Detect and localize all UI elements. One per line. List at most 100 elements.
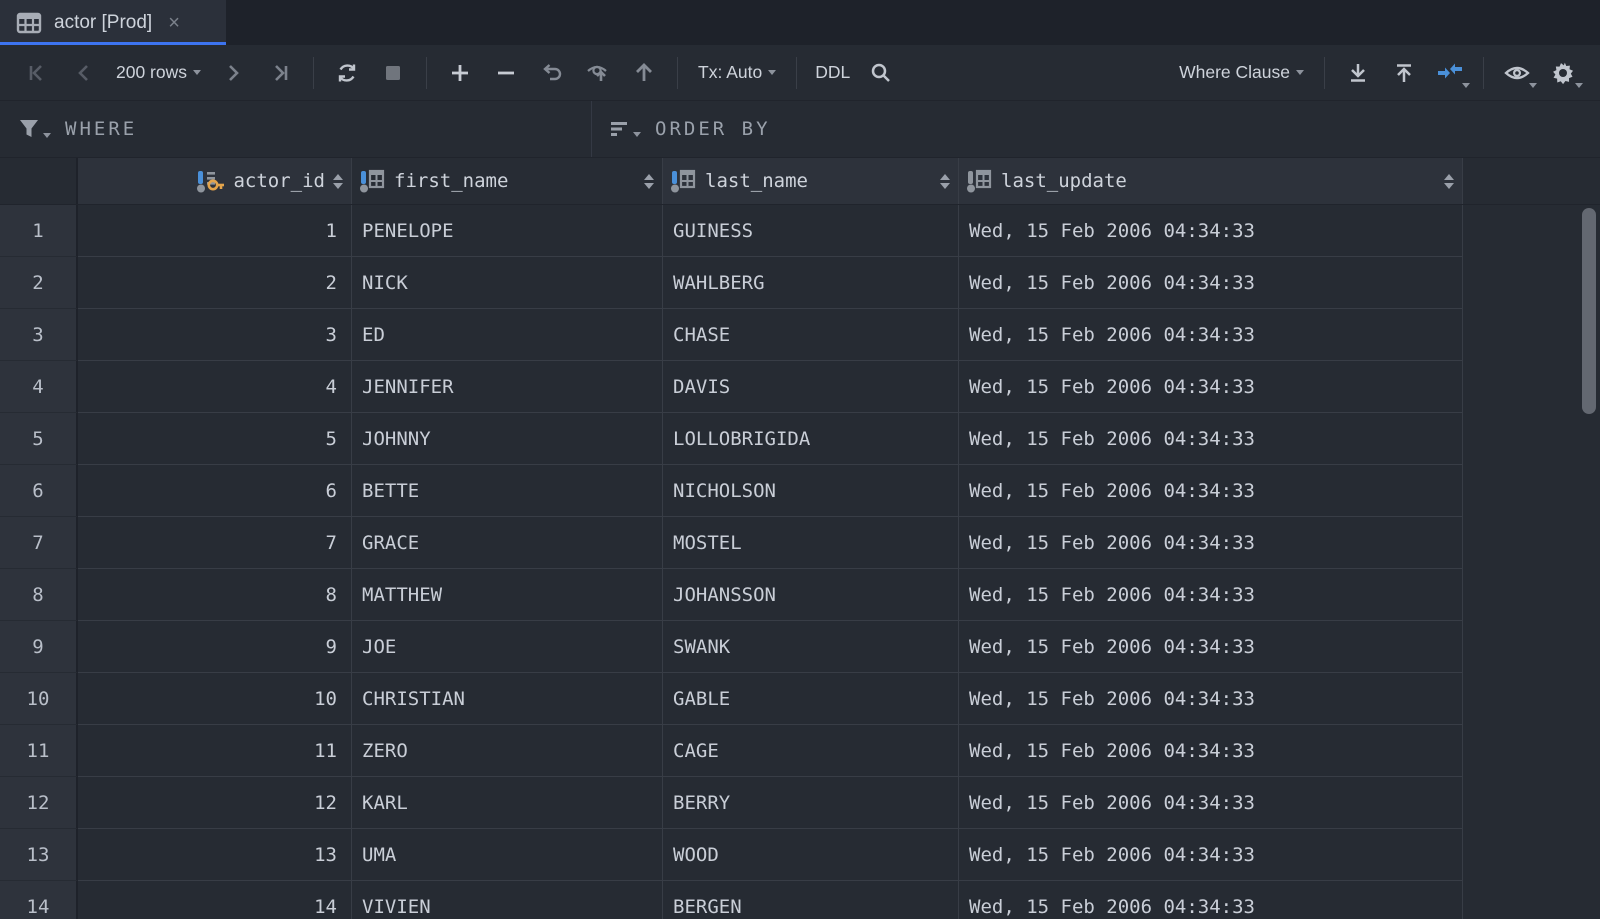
row-number[interactable]: 12 [0,777,78,829]
cell-last_update[interactable]: Wed, 15 Feb 2006 04:34:33 [959,413,1463,465]
cell-actor_id[interactable]: 12 [78,777,352,829]
previous-page-button[interactable] [60,53,106,93]
table-row[interactable]: 1212KARLBERRYWed, 15 Feb 2006 04:34:33 [0,777,1600,829]
row-number[interactable]: 8 [0,569,78,621]
table-row[interactable]: 66BETTENICHOLSONWed, 15 Feb 2006 04:34:3… [0,465,1600,517]
cell-first_name[interactable]: BETTE [352,465,663,517]
page-size-selector[interactable]: 200 rows [106,53,211,93]
cell-last_update[interactable]: Wed, 15 Feb 2006 04:34:33 [959,361,1463,413]
cell-last_update[interactable]: Wed, 15 Feb 2006 04:34:33 [959,465,1463,517]
table-row[interactable]: 99JOESWANKWed, 15 Feb 2006 04:34:33 [0,621,1600,673]
first-page-button[interactable] [14,53,60,93]
cell-last_name[interactable]: WAHLBERG [663,257,959,309]
tab-actor-prod[interactable]: actor [Prod] × [0,0,226,45]
table-row[interactable]: 1111ZEROCAGEWed, 15 Feb 2006 04:34:33 [0,725,1600,777]
where-filter-field[interactable]: WHERE [0,101,592,157]
cell-first_name[interactable]: JENNIFER [352,361,663,413]
row-number[interactable]: 6 [0,465,78,517]
preview-changes-icon[interactable] [575,53,621,93]
cell-last_name[interactable]: CAGE [663,725,959,777]
tab-close-icon[interactable]: × [164,11,184,35]
cell-last_name[interactable]: GUINESS [663,205,959,257]
cell-last_update[interactable]: Wed, 15 Feb 2006 04:34:33 [959,725,1463,777]
cell-actor_id[interactable]: 5 [78,413,352,465]
cell-first_name[interactable]: JOE [352,621,663,673]
cell-last_update[interactable]: Wed, 15 Feb 2006 04:34:33 [959,309,1463,361]
cell-first_name[interactable]: JOHNNY [352,413,663,465]
table-row[interactable]: 88MATTHEWJOHANSSONWed, 15 Feb 2006 04:34… [0,569,1600,621]
cell-last_update[interactable]: Wed, 15 Feb 2006 04:34:33 [959,569,1463,621]
row-number[interactable]: 10 [0,673,78,725]
column-header-actor-id[interactable]: actor_id [78,158,352,204]
sort-arrows-icon[interactable] [1444,174,1454,189]
filter-criteria-selector[interactable]: Where Clause [1169,53,1314,93]
table-row[interactable]: 33EDCHASEWed, 15 Feb 2006 04:34:33 [0,309,1600,361]
cell-last_update[interactable]: Wed, 15 Feb 2006 04:34:33 [959,777,1463,829]
column-header-last-update[interactable]: last_update [959,158,1463,204]
vertical-scrollbar[interactable] [1582,208,1596,414]
table-row[interactable]: 1313UMAWOODWed, 15 Feb 2006 04:34:33 [0,829,1600,881]
revert-changes-button[interactable] [529,53,575,93]
search-button[interactable] [858,53,904,93]
row-number[interactable]: 14 [0,881,78,919]
refresh-button[interactable] [324,53,370,93]
last-page-button[interactable] [257,53,303,93]
cell-last_name[interactable]: CHASE [663,309,959,361]
row-number[interactable]: 13 [0,829,78,881]
cell-last_name[interactable]: BERGEN [663,881,959,919]
cell-first_name[interactable]: CHRISTIAN [352,673,663,725]
cell-last_name[interactable]: GABLE [663,673,959,725]
cell-actor_id[interactable]: 8 [78,569,352,621]
column-header-last-name[interactable]: last_name [663,158,959,204]
settings-gear-icon[interactable] [1540,53,1586,93]
view-options-icon[interactable] [1494,53,1540,93]
cell-actor_id[interactable]: 7 [78,517,352,569]
cell-last_update[interactable]: Wed, 15 Feb 2006 04:34:33 [959,621,1463,673]
cell-actor_id[interactable]: 14 [78,881,352,919]
row-number[interactable]: 11 [0,725,78,777]
cell-actor_id[interactable]: 6 [78,465,352,517]
ddl-button[interactable]: DDL [807,53,858,93]
cell-first_name[interactable]: VIVIEN [352,881,663,919]
cell-actor_id[interactable]: 4 [78,361,352,413]
cell-last_name[interactable]: BERRY [663,777,959,829]
row-number[interactable]: 2 [0,257,78,309]
order-by-field[interactable]: ORDER BY [592,101,789,157]
table-row[interactable]: 22NICKWAHLBERGWed, 15 Feb 2006 04:34:33 [0,257,1600,309]
next-page-button[interactable] [211,53,257,93]
cell-last_name[interactable]: NICHOLSON [663,465,959,517]
cell-actor_id[interactable]: 11 [78,725,352,777]
table-row[interactable]: 77GRACEMOSTELWed, 15 Feb 2006 04:34:33 [0,517,1600,569]
cell-last_name[interactable]: MOSTEL [663,517,959,569]
sort-arrows-icon[interactable] [940,174,950,189]
import-data-button[interactable] [1381,53,1427,93]
cell-actor_id[interactable]: 3 [78,309,352,361]
compare-data-icon[interactable] [1427,53,1473,93]
stop-button[interactable] [370,53,416,93]
cell-last_update[interactable]: Wed, 15 Feb 2006 04:34:33 [959,829,1463,881]
cell-first_name[interactable]: MATTHEW [352,569,663,621]
table-row[interactable]: 11PENELOPEGUINESSWed, 15 Feb 2006 04:34:… [0,205,1600,257]
cell-first_name[interactable]: ED [352,309,663,361]
cell-last_update[interactable]: Wed, 15 Feb 2006 04:34:33 [959,517,1463,569]
row-number[interactable]: 9 [0,621,78,673]
cell-last_name[interactable]: WOOD [663,829,959,881]
cell-first_name[interactable]: ZERO [352,725,663,777]
column-header-first-name[interactable]: first_name [352,158,663,204]
cell-last_update[interactable]: Wed, 15 Feb 2006 04:34:33 [959,257,1463,309]
cell-last_name[interactable]: SWANK [663,621,959,673]
cell-last_update[interactable]: Wed, 15 Feb 2006 04:34:33 [959,673,1463,725]
cell-last_update[interactable]: Wed, 15 Feb 2006 04:34:33 [959,205,1463,257]
sort-arrows-icon[interactable] [644,174,654,189]
table-row[interactable]: 44JENNIFERDAVISWed, 15 Feb 2006 04:34:33 [0,361,1600,413]
table-row[interactable]: 1010CHRISTIANGABLEWed, 15 Feb 2006 04:34… [0,673,1600,725]
export-data-button[interactable] [1335,53,1381,93]
cell-first_name[interactable]: GRACE [352,517,663,569]
transaction-mode-selector[interactable]: Tx: Auto [688,53,786,93]
table-row[interactable]: 1414VIVIENBERGENWed, 15 Feb 2006 04:34:3… [0,881,1600,919]
row-number[interactable]: 7 [0,517,78,569]
cell-actor_id[interactable]: 9 [78,621,352,673]
cell-first_name[interactable]: NICK [352,257,663,309]
add-row-button[interactable] [437,53,483,93]
gutter-header-cell[interactable] [0,158,78,204]
